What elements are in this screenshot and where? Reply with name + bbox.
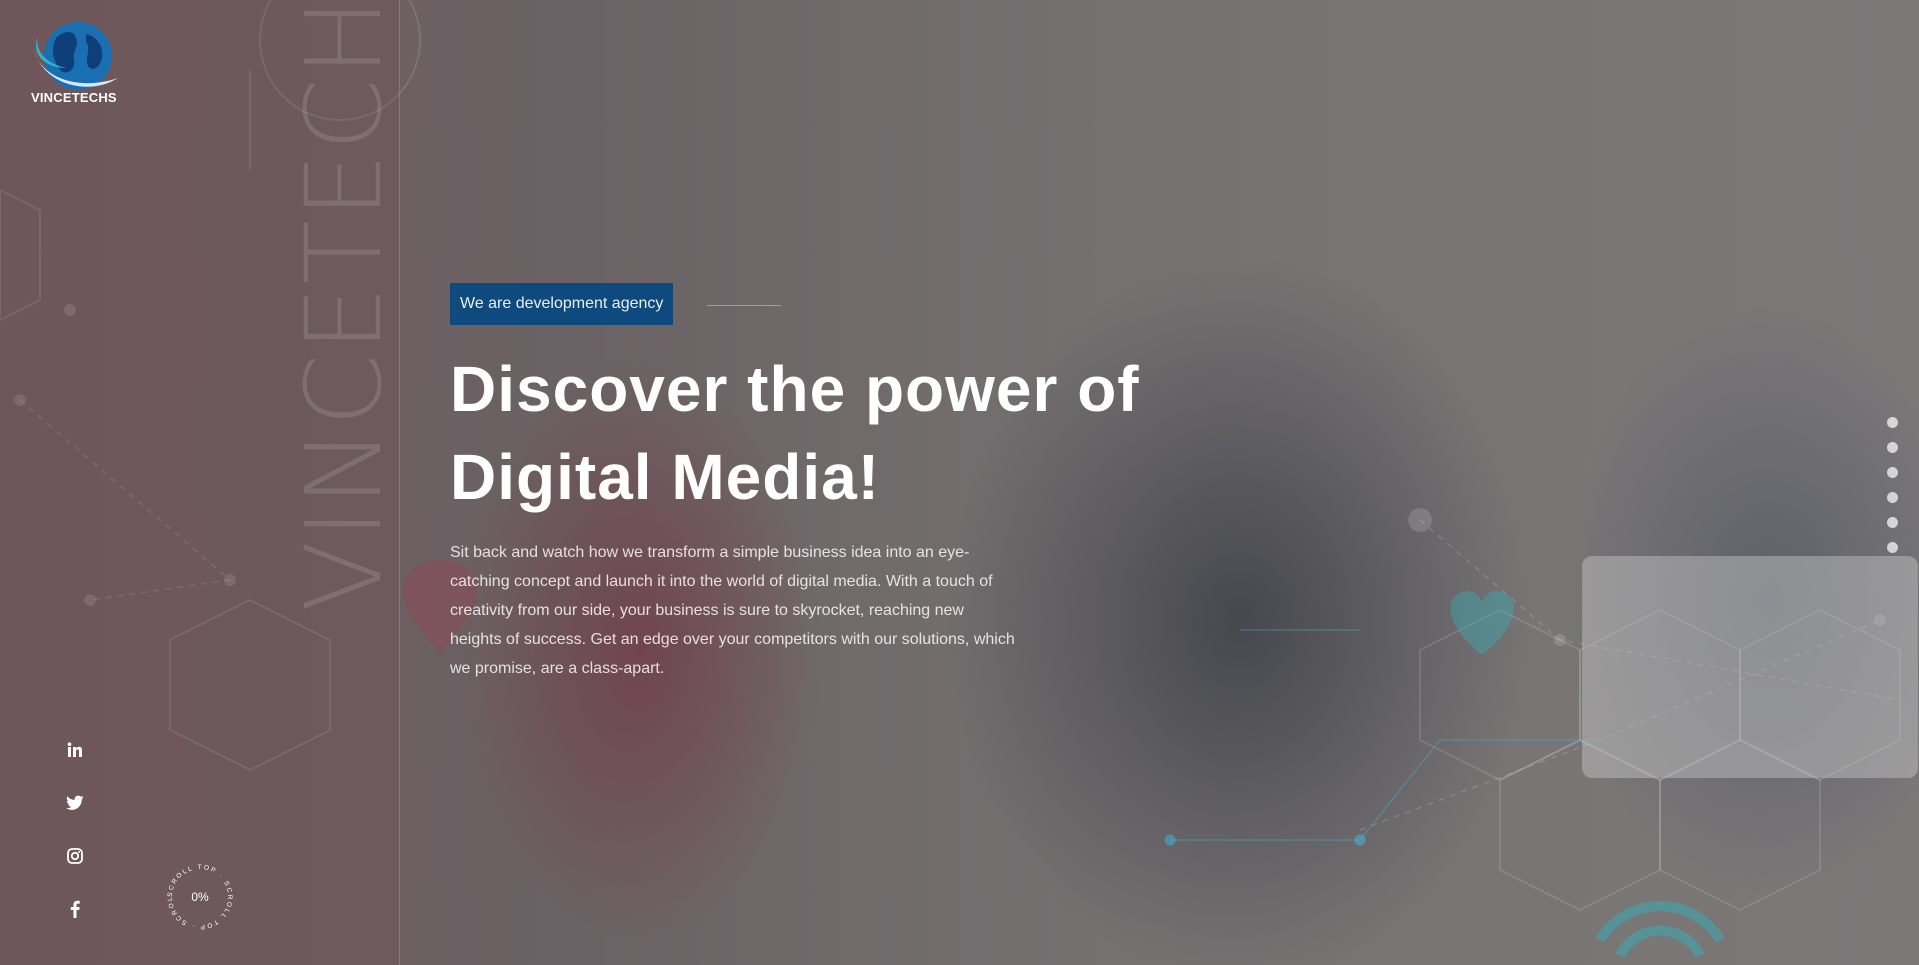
logo-text: VINCETECHS: [31, 90, 117, 105]
linkedin-icon[interactable]: [62, 737, 88, 763]
facebook-icon[interactable]: [62, 896, 88, 922]
slider-dot[interactable]: [1887, 467, 1898, 478]
hero-description: Sit back and watch how we transform a si…: [450, 544, 1015, 677]
vertical-brand-text: VINCETECHS: [283, 0, 405, 612]
left-sidebar: VINCETECHS VINCETECHS SCROLL TOP · SCROL…: [0, 0, 405, 965]
social-links: [62, 737, 88, 949]
hero-title-line2: Digital Media!: [450, 441, 881, 513]
slider-dot[interactable]: [1887, 417, 1898, 428]
twitter-icon[interactable]: [62, 790, 88, 816]
hero-title: Discover the power of Digital Media!: [450, 345, 1210, 521]
agency-tag: We are development agency: [450, 283, 674, 325]
instagram-icon[interactable]: [62, 843, 88, 869]
slider-pagination: [1887, 417, 1899, 567]
slider-dot[interactable]: [1887, 492, 1898, 503]
scroll-progress: 0%: [191, 890, 209, 904]
scroll-top-button[interactable]: SCROLL TOP · SCROLL TOP · SCROLL TOP · 0…: [158, 854, 238, 935]
hero-title-line1: Discover the power of: [450, 353, 1140, 425]
slider-dot[interactable]: [1887, 542, 1898, 553]
slider-dot[interactable]: [1887, 442, 1898, 453]
tag-divider: [707, 305, 781, 306]
slider-dot[interactable]: [1887, 517, 1898, 528]
